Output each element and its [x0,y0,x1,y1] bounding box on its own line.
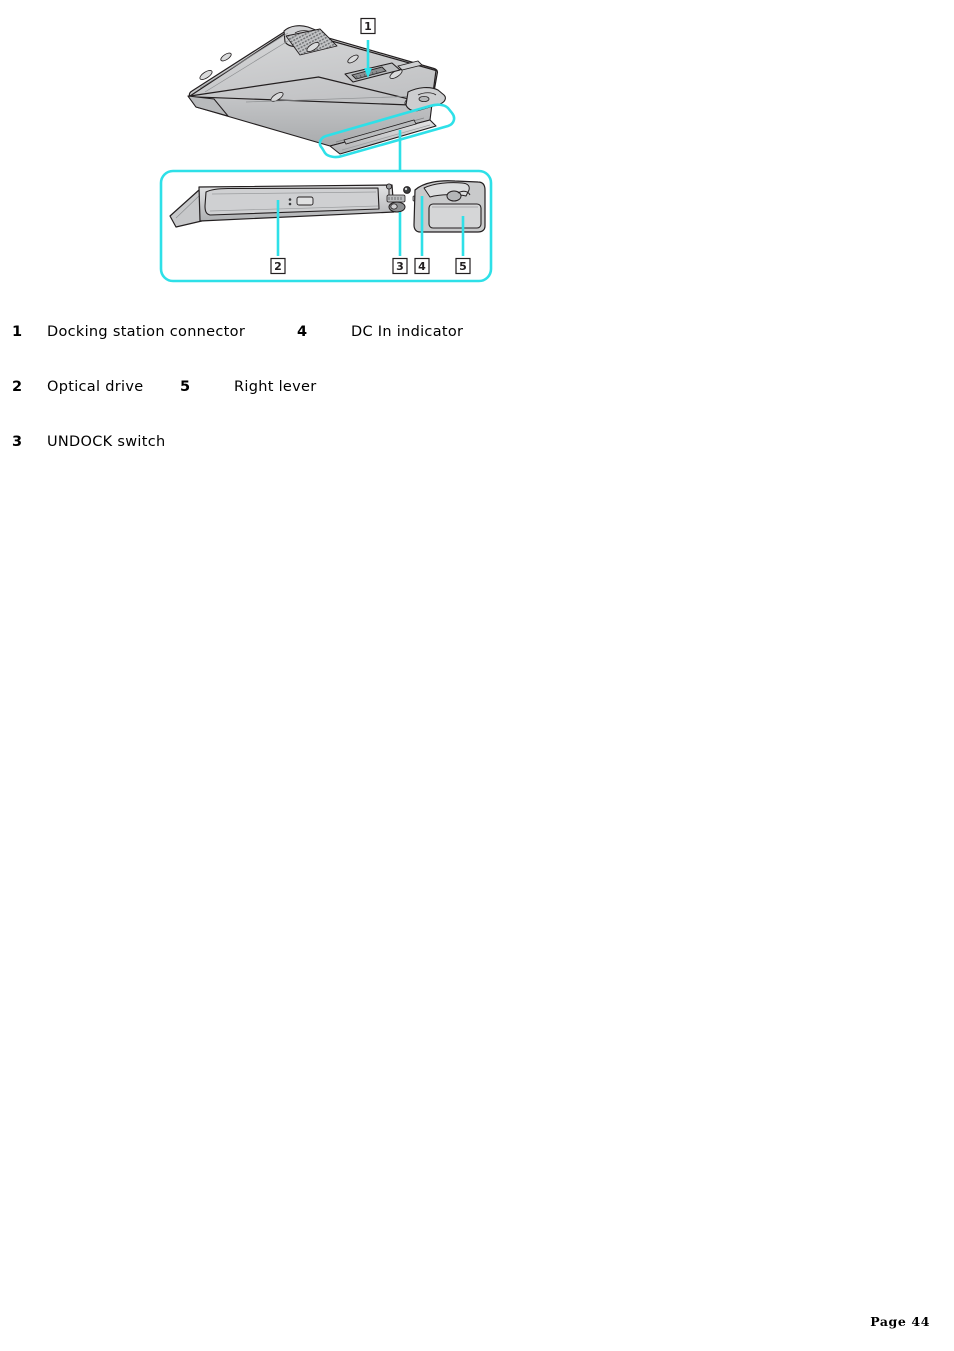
legend-label: Right lever [234,379,317,395]
legend-label: Optical drive [47,379,144,395]
front-edge-detail-view [159,169,493,283]
optical-drive-eject-button[interactable] [296,196,314,206]
callout-box-number: 1 [364,20,372,33]
legend-number: 5 [180,379,191,395]
top-view-docking-station [187,25,456,170]
legend-row: 2 Optical drive 5 Right lever [0,360,700,415]
callout-legend: 1 Docking station connector 4 DC In indi… [0,305,700,470]
callout-box-3: 3 [392,257,408,275]
legend-number: 3 [12,434,23,450]
legend-row: 1 Docking station connector 4 DC In indi… [0,305,700,360]
docking-station-illustration: 1 2 3 4 5 [159,17,493,283]
legend-label: UNDOCK switch [47,434,166,450]
page-number-footer: Page 44 [870,1314,930,1329]
right-lever [413,180,486,233]
legend-label: Docking station connector [47,324,246,340]
docking-station-figure: 1 2 3 4 5 [0,0,954,300]
legend-number: 1 [12,324,23,340]
callout-box-2: 2 [270,257,286,275]
callout-box-1: 1 [360,17,376,35]
callout-box-number: 5 [459,260,467,273]
callout-box-number: 3 [396,260,404,273]
callout-box-number: 2 [274,260,282,273]
legend-row: 3 UNDOCK switch [0,415,700,470]
undock-switch [385,183,406,213]
callout-box-5: 5 [455,257,471,275]
callout-box-4: 4 [414,257,430,275]
legend-label: DC In indicator [351,324,464,340]
legend-number: 2 [12,379,23,395]
callout-box-number: 4 [418,260,426,273]
right-lever-panel [428,203,482,229]
legend-number: 4 [297,324,308,340]
